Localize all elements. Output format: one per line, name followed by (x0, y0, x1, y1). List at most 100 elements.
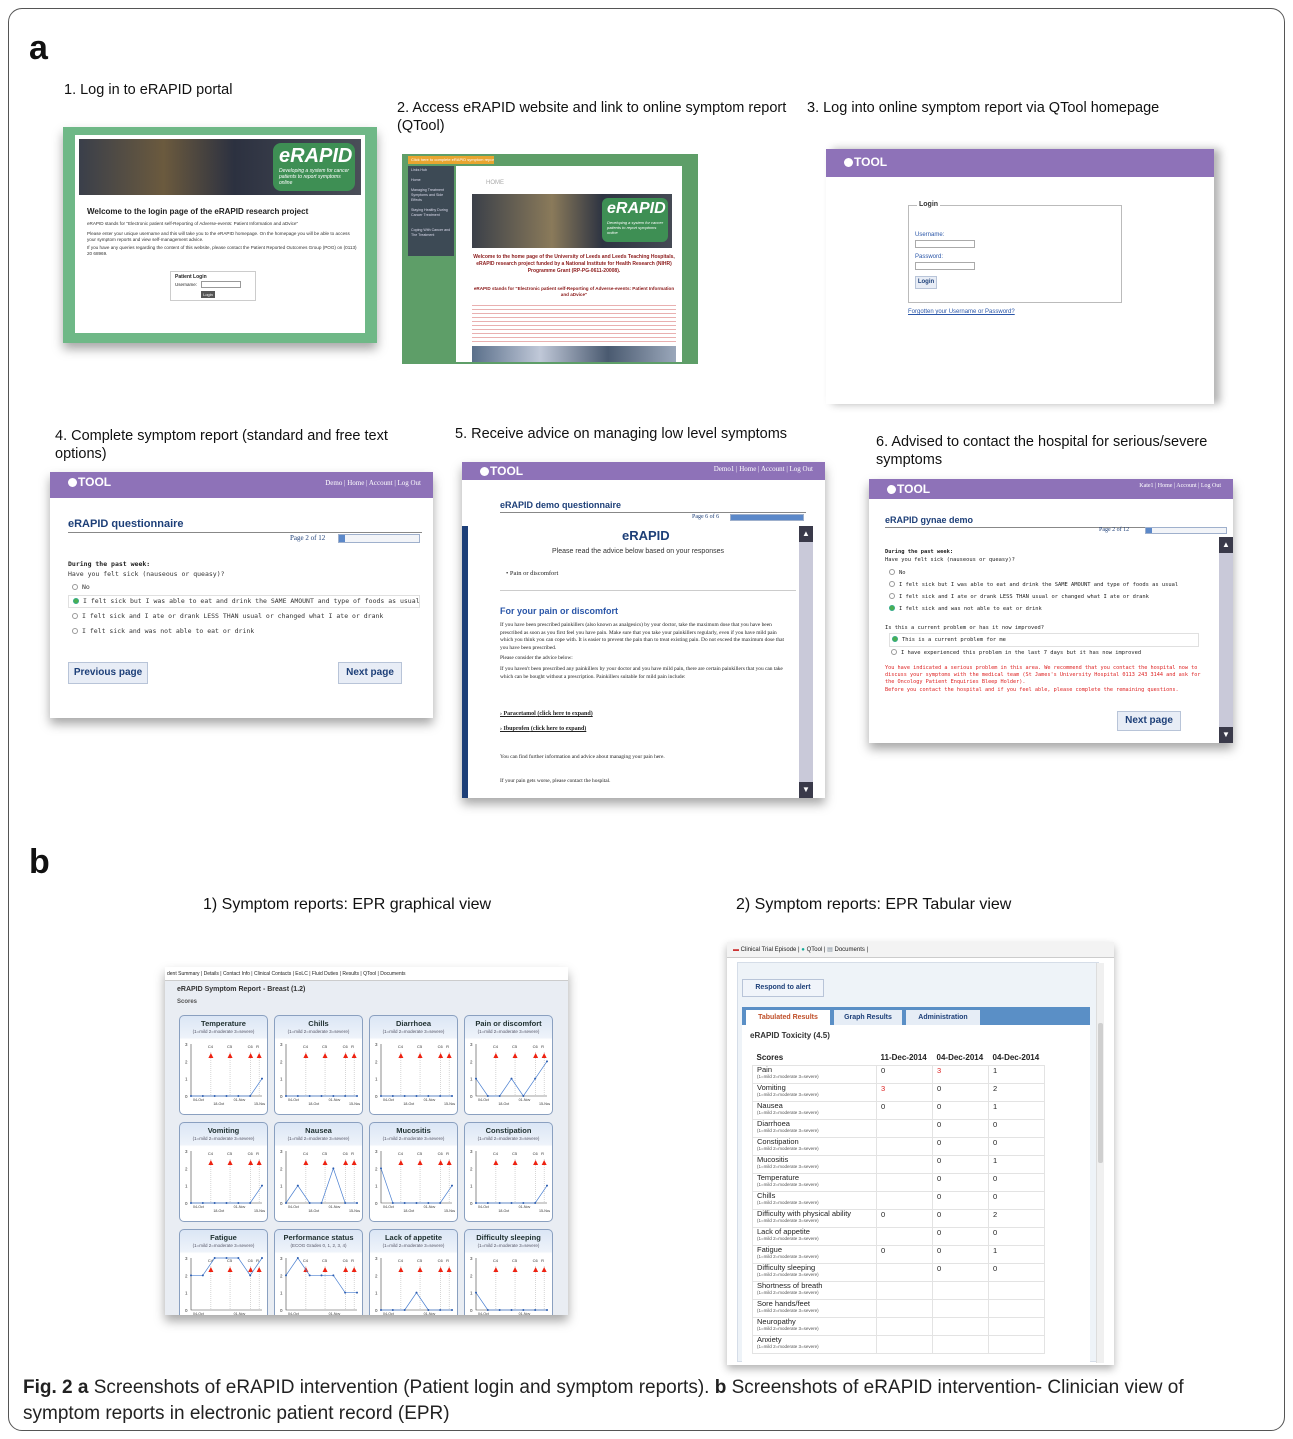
severe-scrollbar[interactable]: ▲ ▼ (1219, 537, 1233, 743)
score-cell: 1 (988, 1064, 1045, 1084)
answer-option-3[interactable]: I felt sick and was not able to eat or d… (68, 626, 420, 637)
table-scrollbar[interactable] (1096, 963, 1104, 1363)
data-point (332, 1274, 335, 1277)
radio-icon[interactable] (72, 613, 78, 619)
followup-option-1[interactable]: I have experienced this problem in the l… (889, 647, 1199, 659)
answer-option-0[interactable]: No (68, 582, 420, 593)
x-tick-label: 01-Nov (329, 1098, 341, 1102)
answer-option-1[interactable]: I felt sick but I was able to eat and dr… (68, 595, 420, 608)
x-tick-label: 18-Oct (213, 1102, 224, 1106)
qtool-logo: TOOL (844, 155, 887, 169)
data-point (439, 1309, 442, 1311)
chart-title: Difficulty sleeping (476, 1233, 541, 1242)
data-point (546, 1060, 548, 1063)
scroll-down-icon[interactable]: ▼ (799, 782, 813, 798)
radio-icon[interactable] (72, 584, 78, 590)
tab-administration[interactable]: Administration (906, 1010, 980, 1025)
epr-tab-strip[interactable]: dent Summary | Details | Contact Info | … (165, 967, 568, 981)
password-input[interactable] (915, 262, 975, 270)
step-5-label: 5. Receive advice on managing low level … (455, 426, 788, 442)
answer-option-0[interactable]: No (889, 567, 1178, 579)
tab-documents[interactable]: Documents (835, 947, 865, 953)
figure-frame: a 1. Log in to eRAPID portal 2. Access e… (8, 8, 1285, 1431)
chart-title: Chills (308, 1019, 329, 1028)
radio-selected-icon[interactable] (73, 598, 79, 604)
username-input[interactable] (915, 240, 975, 248)
score-cell (876, 1226, 933, 1246)
nav-item-4[interactable]: Coping With Cancer and The Treatment (411, 228, 451, 238)
symptom-chart-pain-or-discomfort: Pain or discomfort (1=mild 2=moderate 3=s… (464, 1015, 553, 1115)
question-text: Have you felt sick (nauseous or queasy)? (68, 570, 225, 578)
cycle-label: C4 (208, 1151, 214, 1156)
chart-title: Fatigue (210, 1233, 237, 1242)
respond-to-alert-button[interactable]: Respond to alert (742, 979, 824, 997)
next-page-button[interactable]: Next page (338, 662, 402, 684)
nav-item-3[interactable]: Staying Healthy During Cancer Treatment (411, 208, 451, 218)
qtool-report-banner[interactable]: Click here to complete eRAPID symptom re… (408, 156, 494, 164)
scroll-down-icon[interactable]: ▼ (1219, 727, 1233, 743)
next-page-button[interactable]: Next page (1117, 711, 1181, 731)
cycle-label: C4 (303, 1044, 309, 1049)
y-tick-label: 1 (470, 1077, 473, 1082)
y-tick-label: 1 (375, 1291, 378, 1296)
ibuprofen-link[interactable]: › Ibuprofen (click here to expand) (500, 726, 586, 732)
paracetamol-link[interactable]: › Paracetamol (click here to expand) (500, 711, 593, 717)
symptom-chart-temperature: Temperature (1=mild 2=moderate 3=severe) 0… (179, 1015, 268, 1115)
radio-icon[interactable] (889, 593, 895, 599)
previous-page-button[interactable]: Previous page (68, 662, 148, 684)
followup-option-0[interactable]: This is a current problem for me (889, 633, 1199, 647)
nav-item-0[interactable]: Links Hub (411, 168, 451, 173)
radio-icon[interactable] (891, 649, 897, 655)
cycle-marker-icon (351, 1053, 357, 1058)
answer-option-2[interactable]: I felt sick and I ate or drank LESS THAN… (889, 591, 1178, 603)
scrollbar-thumb[interactable] (1098, 1023, 1103, 1163)
answer-option-3[interactable]: I felt sick and was not able to eat or d… (889, 603, 1178, 615)
scroll-up-icon[interactable]: ▲ (799, 526, 813, 542)
radio-icon[interactable] (889, 581, 895, 587)
score-cell (932, 1298, 989, 1318)
data-point (403, 1095, 406, 1097)
data-point (344, 1095, 347, 1097)
radio-selected-icon[interactable] (889, 605, 895, 611)
symptom-name-cell: Vomiting (1=mild 2=moderate 3=severe) (752, 1082, 877, 1102)
symptom-name-cell: Difficulty with physical ability (1=mild … (752, 1208, 877, 1228)
username-input[interactable] (201, 281, 241, 288)
chart-plot: 0123 C4 C5 C6 R04-Oct18-Oct01-Nov15-Nov (375, 1149, 455, 1213)
account-links[interactable]: Demo1 | Home | Account | Log Out (714, 465, 813, 473)
answer-options: No I felt sick but I was able to eat and… (68, 582, 420, 637)
tab-clinical-trial-episode[interactable]: Clinical Trial Episode (741, 947, 797, 953)
chart-plot: 0123 C4 C5 C6 R04-Oct18-Oct01-Nov15-Nov (470, 1149, 550, 1213)
cycle-label: R (351, 1151, 354, 1156)
cycle-marker-icon (343, 1053, 349, 1058)
tab-tabulated-results[interactable]: Tabulated Results (746, 1010, 830, 1025)
radio-icon[interactable] (72, 628, 78, 634)
data-point (475, 1202, 477, 1204)
radio-icon[interactable] (889, 569, 895, 575)
tab-graph-results[interactable]: Graph Results (834, 1010, 902, 1025)
cycle-marker-icon (438, 1267, 444, 1272)
login-button[interactable]: Login (201, 291, 215, 298)
nav-item-1[interactable]: Home (411, 178, 451, 183)
website-logo-tagline: Developing a system for cancer patients … (607, 220, 664, 235)
y-tick-label: 2 (470, 1166, 473, 1171)
login-button[interactable]: Login (915, 276, 937, 289)
answer-option-1[interactable]: I felt sick but I was able to eat and dr… (889, 579, 1178, 591)
data-point (344, 1202, 347, 1204)
nav-item-2[interactable]: Managing Treatment Symptoms and Side Eff… (411, 188, 451, 203)
cycle-marker-icon (398, 1160, 404, 1165)
cycle-label: R (541, 1044, 544, 1049)
radio-selected-icon[interactable] (892, 636, 898, 642)
account-links[interactable]: Demo | Home | Account | Log Out (325, 479, 421, 487)
username-label: Username: (175, 282, 198, 287)
advice-scrollbar[interactable]: ▲ ▼ (799, 526, 813, 798)
table-row: Sore hands/feet (1=mild 2=moderate 3=seve… (752, 1298, 1045, 1318)
answer-option-2[interactable]: I felt sick and I ate or drank LESS THAN… (68, 611, 420, 622)
data-point (332, 1167, 335, 1170)
data-point (261, 1077, 263, 1080)
tab-qtool[interactable]: QTool (807, 947, 823, 953)
forgot-credentials-link[interactable]: Forgotten your Username or Password? (908, 309, 1015, 315)
data-point (380, 1095, 382, 1097)
chart-plot: 0123 C4 C5 C6 R04-Oct18-Oct01-Nov15-Nov (375, 1256, 453, 1315)
account-links[interactable]: Kate1 | Home | Account | Log Out (1139, 483, 1221, 489)
scroll-up-icon[interactable]: ▲ (1219, 537, 1233, 553)
